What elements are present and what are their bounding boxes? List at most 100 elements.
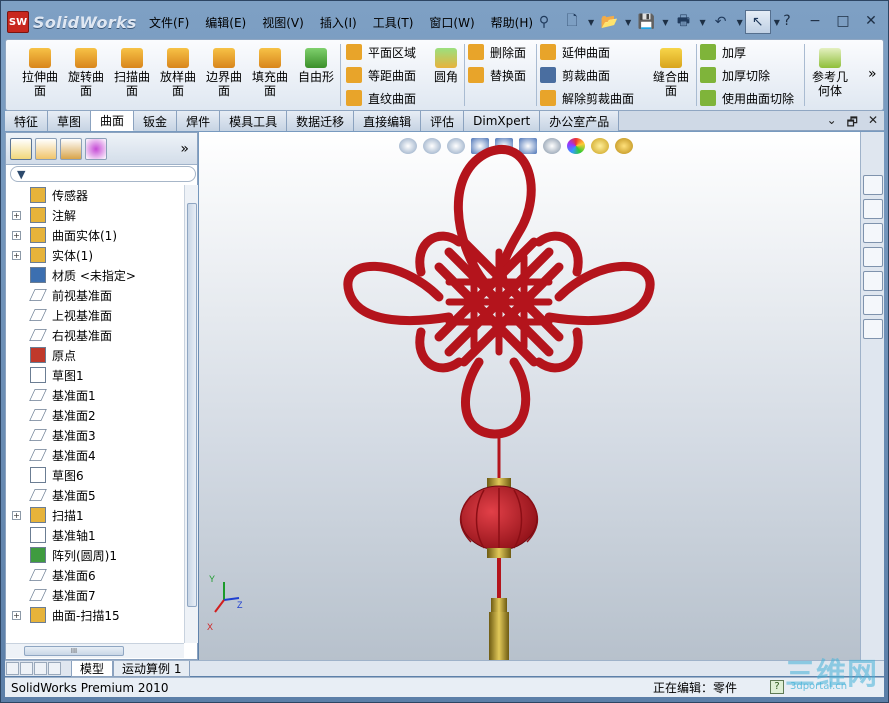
scroll-thumb[interactable] [187,203,197,607]
menu-tools[interactable]: 工具(T) [365,12,422,33]
tab-motion-study[interactable]: 运动算例 1 [113,660,191,677]
delete-face-button[interactable]: 删除面 [468,42,526,62]
property-manager-tab-icon[interactable] [35,137,57,160]
last-tab-button[interactable] [48,662,61,675]
design-library-icon[interactable] [863,199,883,219]
planar-surface-button[interactable]: 平面区域 [346,42,416,62]
menu-view[interactable]: 视图(V) [254,12,312,33]
close-button[interactable]: ✕ [860,11,882,31]
doc-collapse-button[interactable]: ⌄ [827,113,837,134]
tree-item[interactable]: 前视基准面 [6,285,184,305]
command-tab[interactable]: 数据迁移 [287,111,355,131]
extrude-surface-button[interactable]: 拉伸曲 面 [20,48,60,98]
tree-item[interactable]: 上视基准面 [6,305,184,325]
chevron-down-icon[interactable]: ▼ [625,18,631,27]
open-folder-icon[interactable]: 📂 [596,10,622,34]
tree-item[interactable]: + 曲面-扫描15 [6,605,184,625]
tree-horizontal-scrollbar[interactable]: III [6,643,184,658]
loft-surface-button[interactable]: 放样曲 面 [158,48,198,98]
tree-item[interactable]: 草图6 [6,465,184,485]
tree-item[interactable]: 基准面2 [6,405,184,425]
pin-icon[interactable]: ⚲ [531,10,557,34]
chevron-down-icon[interactable]: ▼ [699,18,705,27]
file-explorer-icon[interactable] [863,223,883,243]
graphics-area[interactable]: Y Z X [199,132,860,660]
panel-more-button[interactable]: » [180,141,189,157]
sweep-surface-button[interactable]: 扫描曲 面 [112,48,152,98]
tree-item[interactable]: 阵列(圆周)1 [6,545,184,565]
command-tab[interactable]: 评估 [421,111,465,131]
tree-item[interactable]: 基准面4 [6,445,184,465]
freeform-button[interactable]: 自由形 [296,48,336,84]
custom-properties-icon[interactable] [863,319,883,339]
search-icon[interactable] [863,247,883,267]
configuration-manager-tab-icon[interactable] [60,137,82,160]
fill-surface-button[interactable]: 填充曲 面 [250,48,290,98]
revolve-surface-button[interactable]: 旋转曲 面 [66,48,106,98]
untrim-surface-button[interactable]: 解除剪裁曲面 [540,88,634,108]
save-icon[interactable]: 💾 [633,10,659,34]
boundary-surface-button[interactable]: 边界曲 面 [204,48,244,98]
tree-item[interactable]: 基准轴1 [6,525,184,545]
tree-item[interactable]: 右视基准面 [6,325,184,345]
replace-face-button[interactable]: 替换面 [468,65,526,85]
view-palette-icon[interactable] [863,271,883,291]
tree-filter-input[interactable]: ▼ [10,166,196,182]
tree-vertical-scrollbar[interactable] [184,185,198,643]
restore-button[interactable]: □ [832,11,854,31]
extend-surface-button[interactable]: 延伸曲面 [540,42,610,62]
chevron-down-icon[interactable]: ▼ [588,18,594,27]
command-tab[interactable]: 焊件 [177,111,221,131]
first-tab-button[interactable] [6,662,19,675]
command-tab[interactable]: 曲面 [91,111,135,131]
scroll-thumb[interactable]: III [24,646,124,656]
new-document-icon[interactable]: 🗋 [559,10,585,34]
expand-icon[interactable]: + [12,250,21,260]
help-button[interactable]: ? [776,11,798,31]
knit-surface-button[interactable]: 缝合曲 面 [650,48,692,98]
tree-item[interactable]: 基准面1 [6,385,184,405]
undo-icon[interactable]: ↶ [708,10,734,34]
help-icon[interactable]: ? [770,680,784,694]
expand-icon[interactable]: + [12,510,21,520]
tree-item[interactable]: + 注解 [6,205,184,225]
tree-item[interactable]: 原点 [6,345,184,365]
command-tab[interactable]: 草图 [48,111,92,131]
tree-item[interactable]: 基准面3 [6,425,184,445]
thicken-cut-button[interactable]: 加厚切除 [700,65,770,85]
offset-surface-button[interactable]: 等距曲面 [346,65,416,85]
tree-item[interactable]: + 实体(1) [6,245,184,265]
ruled-surface-button[interactable]: 直纹曲面 [346,88,416,108]
surface-cut-button[interactable]: 使用曲面切除 [700,88,794,108]
doc-restore-button[interactable]: 🗗 [847,113,858,134]
expand-icon[interactable]: + [12,230,21,240]
tree-item[interactable]: 传感器 [6,185,184,205]
chevron-down-icon[interactable]: ▼ [662,18,668,27]
menu-file[interactable]: 文件(F) [141,12,197,33]
next-tab-button[interactable] [34,662,47,675]
minimize-button[interactable]: − [804,11,826,31]
tree-item[interactable]: + 扫描1 [6,505,184,525]
trim-surface-button[interactable]: 剪裁曲面 [540,65,610,85]
command-tab[interactable]: 办公室产品 [540,111,620,131]
appearances-icon[interactable] [863,295,883,315]
tree-item[interactable]: + 曲面实体(1) [6,225,184,245]
tree-item[interactable]: 草图1 [6,365,184,385]
menu-edit[interactable]: 编辑(E) [197,12,254,33]
menu-window[interactable]: 窗口(W) [421,12,482,33]
command-tab[interactable]: 模具工具 [220,111,288,131]
menu-insert[interactable]: 插入(I) [312,12,365,33]
expand-icon[interactable]: + [12,210,21,220]
reference-geometry-button[interactable]: 参考几 何体 [808,48,852,98]
fillet-button[interactable]: 圆角 [426,48,466,84]
tree-item[interactable]: 基准面5 [6,485,184,505]
command-tab[interactable]: 特征 [5,111,49,131]
tree-item[interactable]: 基准面6 [6,565,184,585]
select-pointer-icon[interactable]: ↖ [744,10,771,34]
tree-item[interactable]: 基准面7 [6,585,184,605]
dimxpert-manager-tab-icon[interactable] [85,137,107,160]
thicken-button[interactable]: 加厚 [700,42,746,62]
prev-tab-button[interactable] [20,662,33,675]
command-tab[interactable]: 钣金 [134,111,178,131]
tree-item[interactable]: 材质 <未指定> [6,265,184,285]
